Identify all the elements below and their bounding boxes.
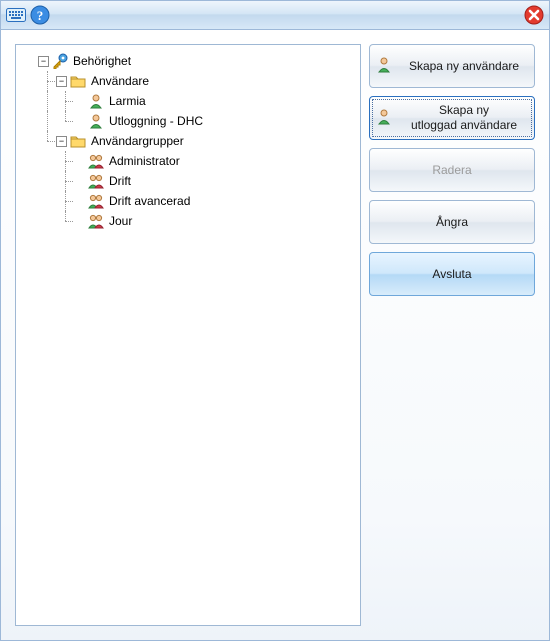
tree-label: Jour xyxy=(107,213,134,229)
user-add-icon xyxy=(376,107,394,129)
dialog-body: − Behörighet xyxy=(1,30,549,640)
tree-label: Drift avancerad xyxy=(107,193,192,209)
create-logged-out-user-button[interactable]: Skapa ny utloggad användare xyxy=(369,96,535,140)
create-user-button[interactable]: Skapa ny användare xyxy=(369,44,535,88)
titlebar-left-icons: ? xyxy=(5,4,51,26)
tree-label: Användargrupper xyxy=(89,133,186,149)
help-icon[interactable]: ? xyxy=(29,4,51,26)
tree-label: Behörighet xyxy=(71,53,133,69)
tree-panel: − Behörighet xyxy=(15,44,361,626)
svg-text:?: ? xyxy=(37,8,44,23)
tree-node-group[interactable]: Administrator xyxy=(20,151,356,171)
key-icon xyxy=(51,52,69,70)
delete-button: Radera xyxy=(369,148,535,192)
users-group-icon xyxy=(87,152,105,170)
keyboard-icon[interactable] xyxy=(5,4,27,26)
tree-node-user[interactable]: Larmia xyxy=(20,91,356,111)
button-label: Skapa ny utloggad användare xyxy=(400,103,528,133)
close-icon[interactable] xyxy=(523,4,545,26)
tree-node-groups[interactable]: − Användargrupper xyxy=(20,131,356,231)
tree-node-group[interactable]: Jour xyxy=(20,211,356,231)
users-group-icon xyxy=(87,192,105,210)
expander-icon[interactable]: − xyxy=(38,56,49,67)
button-label: Radera xyxy=(376,163,528,178)
permission-tree: − Behörighet xyxy=(20,51,356,231)
tree-node-group[interactable]: Drift avancerad xyxy=(20,191,356,211)
button-label: Ångra xyxy=(376,215,528,230)
tree-label: Drift xyxy=(107,173,133,189)
tree-node-group[interactable]: Drift xyxy=(20,171,356,191)
undo-button[interactable]: Ångra xyxy=(369,200,535,244)
button-label: Skapa ny användare xyxy=(400,59,528,74)
tree-label: Användare xyxy=(89,73,151,89)
user-icon xyxy=(87,92,105,110)
tree-label: Larmia xyxy=(107,93,148,109)
titlebar: ? xyxy=(1,1,549,30)
users-group-icon xyxy=(87,212,105,230)
tree-label: Utloggning - DHC xyxy=(107,113,205,129)
user-icon xyxy=(87,112,105,130)
close-button[interactable]: Avsluta xyxy=(369,252,535,296)
expander-icon[interactable]: − xyxy=(56,136,67,147)
folder-icon xyxy=(69,72,87,90)
folder-icon xyxy=(69,132,87,150)
users-group-icon xyxy=(87,172,105,190)
user-add-icon xyxy=(376,55,394,77)
dialog-window: ? − xyxy=(0,0,550,641)
tree-node-user[interactable]: Utloggning - DHC xyxy=(20,111,356,131)
side-panel: Skapa ny användare Skapa ny utloggad anv… xyxy=(369,44,535,626)
tree-label: Administrator xyxy=(107,153,182,169)
tree-node-root[interactable]: − Behörighet xyxy=(20,51,356,231)
button-label: Avsluta xyxy=(376,267,528,282)
expander-icon[interactable]: − xyxy=(56,76,67,87)
tree-node-users[interactable]: − Användare xyxy=(20,71,356,131)
